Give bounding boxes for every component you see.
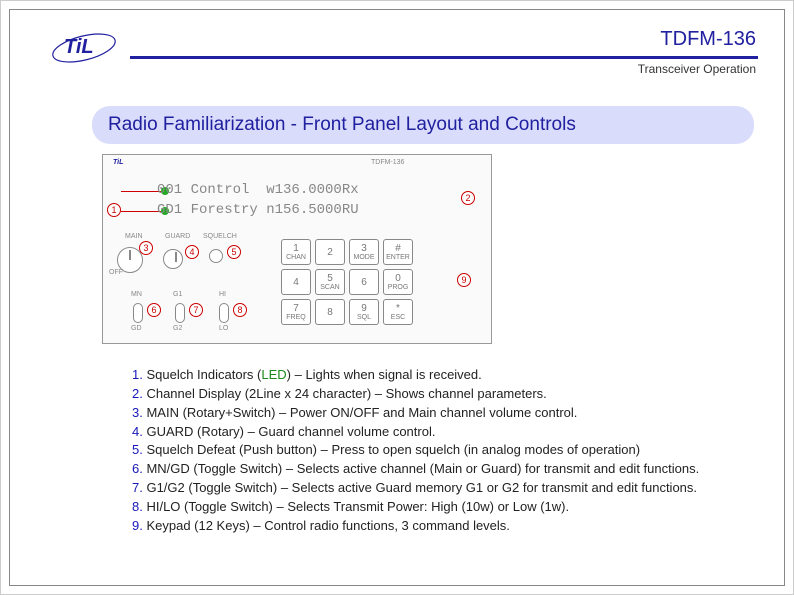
header: TiL TDFM-136 Transceiver Operation [10,10,784,76]
subtitle: Transceiver Operation [638,62,756,76]
list-item: 7. G1/G2 (Toggle Switch) – Selects activ… [132,479,754,498]
list-item: 1. Squelch Indicators (LED) – Lights whe… [132,366,754,385]
keypad-key: 9SQL [349,299,379,325]
keypad-key: 7FREQ [281,299,311,325]
mn-gd-toggle [133,303,143,323]
header-rule [130,56,758,59]
keypad-key: 3MODE [349,239,379,265]
guard-knob-label: GUARD [165,233,190,240]
keypad: 1CHAN23MODE#ENTER 45SCAN60PROG 7FREQ89SQL*… [281,239,413,325]
lcd-display: 001 Control w136.0000Rx GD1 Forestry n15… [157,181,457,220]
list-item: 5. Squelch Defeat (Push button) – Press … [132,441,754,460]
svg-text:TiL: TiL [64,36,94,58]
list-item: 8. HI/LO (Toggle Switch) – Selects Trans… [132,498,754,517]
callout-arrow [121,211,161,212]
diagram-brand: TiL [113,159,123,166]
callout-1: 1 [107,203,121,217]
keypad-key: 5SCAN [315,269,345,295]
off-label: OFF [109,269,123,276]
callout-8: 8 [233,303,247,317]
g1-label: G1 [173,291,182,298]
squelch-button [209,249,223,263]
g2-label: G2 [173,325,182,332]
callout-6: 6 [147,303,161,317]
list-item: 2. Channel Display (2Line x 24 character… [132,385,754,404]
mn-label: MN [131,291,142,298]
g1-g2-toggle [175,303,185,323]
diagram-model: TDFM-136 [371,159,404,166]
controls-list: 1. Squelch Indicators (LED) – Lights whe… [132,366,754,536]
lo-label: LO [219,325,228,332]
main-knob-label: MAIN [125,233,143,240]
document-page: TiL TDFM-136 Transceiver Operation Radio… [9,9,785,586]
callout-4: 4 [185,245,199,259]
hi-label: HI [219,291,226,298]
keypad-key: 6 [349,269,379,295]
keypad-key: 1CHAN [281,239,311,265]
keypad-key: *ESC [383,299,413,325]
list-item: 3. MAIN (Rotary+Switch) – Power ON/OFF a… [132,404,754,423]
page-title: Radio Familiarization - Front Panel Layo… [92,106,754,144]
model-label: TDFM-136 [660,28,756,51]
keypad-key: 0PROG [383,269,413,295]
hi-lo-toggle [219,303,229,323]
logo: TiL [46,28,124,73]
keypad-key: 4 [281,269,311,295]
list-item: 4. GUARD (Rotary) – Guard channel volume… [132,423,754,442]
keypad-key: #ENTER [383,239,413,265]
callout-2: 2 [461,191,475,205]
list-item: 6. MN/GD (Toggle Switch) – Selects activ… [132,460,754,479]
guard-knob [163,249,183,269]
front-panel-diagram: TiL TDFM-136 001 Control w136.0000Rx GD1… [102,154,492,344]
callout-9: 9 [457,273,471,287]
callout-arrow [121,191,161,192]
gd-label: GD [131,325,142,332]
list-item: 9. Keypad (12 Keys) – Control radio func… [132,517,754,536]
callout-7: 7 [189,303,203,317]
keypad-key: 2 [315,239,345,265]
keypad-key: 8 [315,299,345,325]
callout-5: 5 [227,245,241,259]
squelch-label: SQUELCH [203,233,237,240]
